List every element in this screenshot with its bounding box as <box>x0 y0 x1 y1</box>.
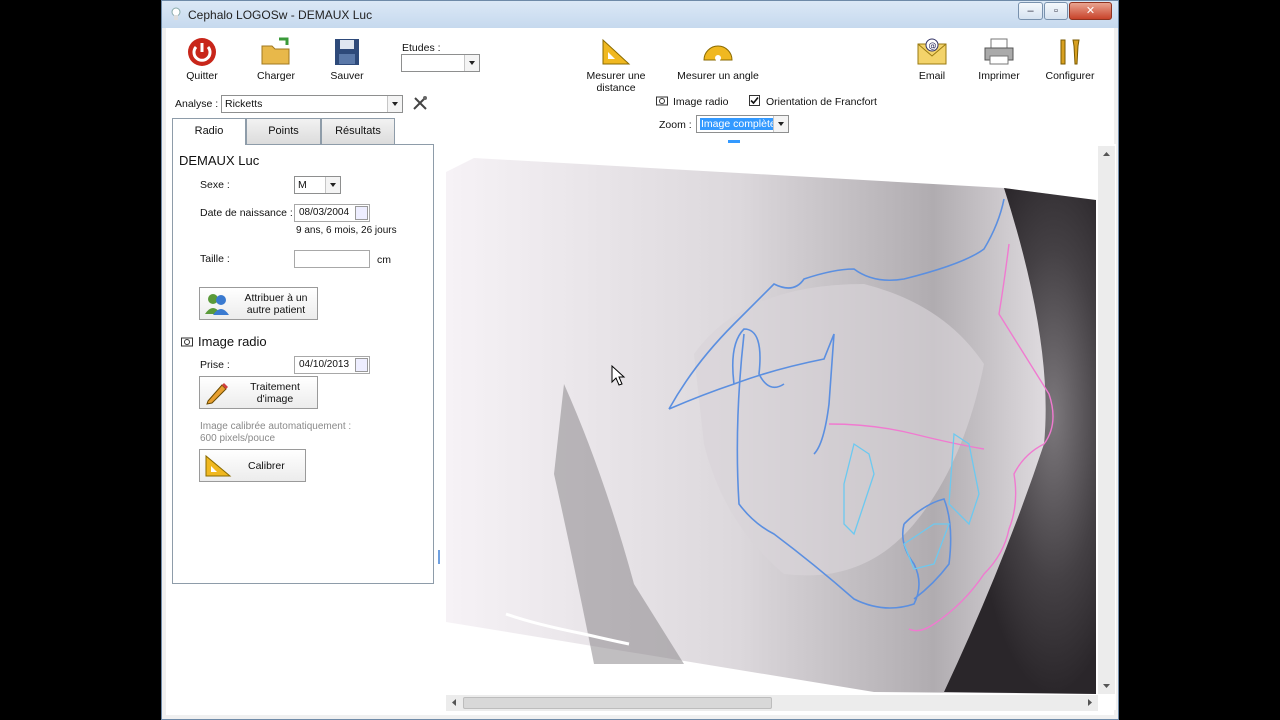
email-label: Email <box>918 70 946 82</box>
calendar-icon[interactable] <box>355 358 368 372</box>
dob-value: 08/03/2004 <box>299 207 350 218</box>
app-window: Cephalo LOGOSw - DEMAUX Luc – ▫ ✕ Quitte… <box>161 0 1119 720</box>
taken-label: Prise : <box>200 359 230 371</box>
measure-angle-label: Mesurer un angle <box>677 70 759 82</box>
zoom-value: Image complète <box>700 118 777 130</box>
studies-select[interactable] <box>401 54 480 72</box>
quit-button[interactable]: Quitter <box>180 36 224 82</box>
zoom-select[interactable]: Image complète <box>696 115 789 133</box>
window-title: Cephalo LOGOSw - DEMAUX Luc <box>188 8 373 22</box>
scroll-left-icon[interactable] <box>447 695 462 710</box>
print-button[interactable]: Imprimer <box>974 36 1024 82</box>
scroll-down-icon[interactable] <box>1099 678 1114 693</box>
chevron-down-icon <box>325 177 340 193</box>
save-button[interactable]: Sauver <box>327 36 367 82</box>
measure-distance-label: Mesurer une distance <box>586 70 646 94</box>
calibrate-button[interactable]: Calibrer <box>199 449 306 482</box>
scroll-right-icon[interactable] <box>1082 695 1097 710</box>
title-bar[interactable]: Cephalo LOGOSw - DEMAUX Luc – ▫ ✕ <box>162 1 1118 28</box>
protractor-icon <box>703 45 733 61</box>
image-radio-label: Image radio <box>673 96 729 108</box>
sex-value: M <box>298 179 307 191</box>
image-radio-title: Image radio <box>198 334 267 349</box>
set-square-icon <box>205 454 232 477</box>
height-label: Taille : <box>200 253 230 265</box>
folder-open-icon <box>261 37 290 65</box>
quit-label: Quitter <box>186 70 218 82</box>
settings-tools-icon[interactable] <box>412 95 428 111</box>
zoom-label: Zoom : <box>659 119 692 131</box>
email-icon: @ <box>917 38 947 65</box>
sex-label: Sexe : <box>200 179 230 191</box>
print-label: Imprimer <box>978 70 1020 82</box>
age-text: 9 ans, 6 mois, 26 jours <box>296 225 397 236</box>
camera-icon <box>181 337 193 347</box>
assign-patient-label: Attribuer à un autre patient <box>244 292 308 316</box>
taken-date-value: 04/10/2013 <box>299 359 350 370</box>
dob-label: Date de naissance : <box>200 207 293 219</box>
splitter-handle[interactable] <box>728 140 740 143</box>
configure-label: Configurer <box>1045 70 1095 82</box>
set-square-icon <box>602 38 631 65</box>
camera-icon <box>656 96 668 106</box>
analysis-select[interactable]: Ricketts <box>221 95 403 113</box>
calendar-icon[interactable] <box>355 206 368 220</box>
app-logo-icon <box>171 7 181 20</box>
chevron-down-icon <box>387 96 402 112</box>
scroll-up-icon[interactable] <box>1099 147 1114 162</box>
splitter-grip[interactable] <box>438 550 440 564</box>
taken-date-field[interactable]: 04/10/2013 <box>294 356 370 374</box>
dob-field[interactable]: 08/03/2004 <box>294 204 370 222</box>
calibrate-label: Calibrer <box>248 460 285 472</box>
power-icon <box>188 38 216 66</box>
height-field[interactable] <box>294 250 370 268</box>
email-button[interactable]: @ Email <box>912 36 952 82</box>
configure-button[interactable]: Configurer <box>1042 36 1098 82</box>
calibration-note-2: 600 pixels/pouce <box>200 433 276 444</box>
calibration-note-1: Image calibrée automatiquement : <box>200 421 352 432</box>
users-icon <box>205 294 229 315</box>
svg-text:@: @ <box>929 41 937 50</box>
francfort-label: Orientation de Francfort <box>766 96 877 108</box>
printer-icon <box>984 38 1014 65</box>
close-button[interactable]: ✕ <box>1069 2 1112 20</box>
horizontal-scrollbar[interactable] <box>446 695 1098 711</box>
analysis-label: Analyse : <box>175 98 219 110</box>
tab-resultats[interactable]: Résultats <box>321 118 395 144</box>
tab-points[interactable]: Points <box>246 118 321 144</box>
analysis-value: Ricketts <box>225 98 263 110</box>
radiograph-viewport[interactable] <box>444 144 1116 710</box>
cephalometric-radiograph[interactable] <box>444 144 1096 694</box>
assign-patient-button[interactable]: Attribuer à un autre patient <box>199 287 318 320</box>
measure-distance-button[interactable]: Mesurer une distance <box>566 36 666 94</box>
horizontal-scroll-thumb[interactable] <box>463 697 772 709</box>
load-button[interactable]: Charger <box>254 36 298 82</box>
measure-angle-button[interactable]: Mesurer un angle <box>676 36 760 82</box>
save-label: Sauver <box>330 70 364 82</box>
pencil-icon <box>206 383 228 405</box>
client-area: Quitter Charger Sauver Etudes : Mesurer … <box>166 28 1116 715</box>
vertical-scrollbar[interactable] <box>1098 146 1115 694</box>
patient-name: DEMAUX Luc <box>179 153 260 168</box>
minimize-button[interactable]: – <box>1018 2 1043 20</box>
load-label: Charger <box>257 70 295 82</box>
checkmark-icon <box>750 96 759 105</box>
sex-select[interactable]: M <box>294 176 341 194</box>
maximize-button[interactable]: ▫ <box>1044 2 1068 20</box>
floppy-icon <box>335 39 359 65</box>
image-treatment-button[interactable]: Traitement d'image <box>199 376 318 409</box>
tab-radio[interactable]: Radio <box>172 118 246 145</box>
studies-label: Etudes : <box>402 42 441 54</box>
height-unit: cm <box>377 254 391 266</box>
toolbar: Quitter Charger Sauver Etudes : Mesurer … <box>166 28 1114 94</box>
tools-icon <box>1060 39 1080 65</box>
image-treatment-label: Traitement d'image <box>250 381 300 405</box>
radio-tab-panel: DEMAUX Luc Sexe : M Date de naissance : … <box>172 144 434 584</box>
chevron-down-icon <box>464 55 479 71</box>
francfort-checkbox[interactable] <box>749 95 760 106</box>
chevron-down-icon <box>773 116 788 132</box>
